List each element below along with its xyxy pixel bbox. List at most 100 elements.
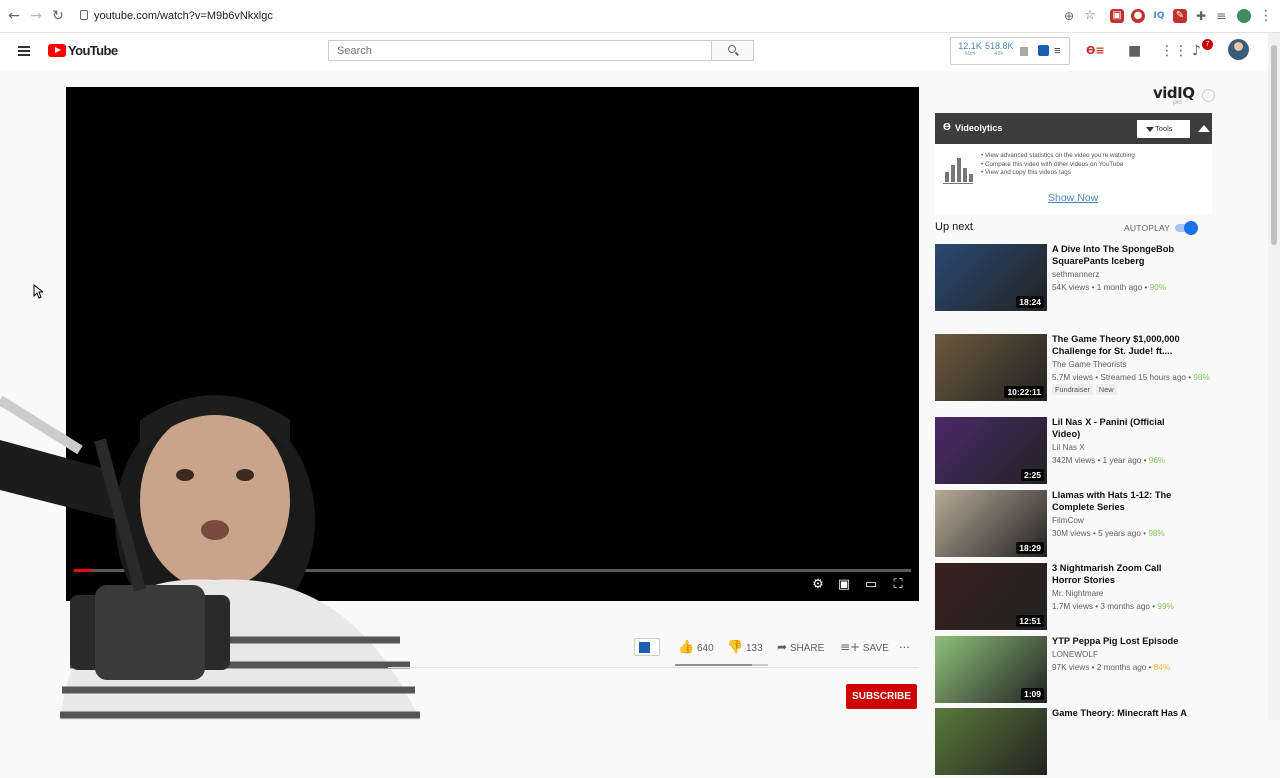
miniplayer-icon[interactable]: ▣ — [836, 578, 852, 592]
autoplay-toggle[interactable] — [1175, 221, 1198, 235]
vidiq-options-icon[interactable] — [1202, 89, 1215, 102]
reading-list-icon[interactable]: ≡ — [1214, 9, 1228, 23]
vidiq-icon — [639, 642, 650, 653]
recommendation-item[interactable]: 10:22:11 The Game Theory $1,000,000 Chall… — [935, 334, 1215, 404]
settings-gear-icon[interactable]: ⚙ — [810, 578, 826, 592]
reload-icon[interactable]: ↻ — [50, 8, 66, 24]
profile-icon[interactable] — [1237, 9, 1251, 23]
collapse-arrow-icon[interactable] — [1198, 125, 1210, 132]
page-scrollbar[interactable] — [1268, 33, 1280, 720]
channel-name[interactable]: sethmannerz — [1052, 270, 1099, 279]
video-thumbnail[interactable]: 10:22:11 — [935, 334, 1047, 401]
scrollbar-thumb[interactable] — [1271, 45, 1277, 245]
vidiq-play-icon[interactable] — [1038, 45, 1049, 56]
channel-name[interactable]: LONEWOLF — [1052, 650, 1098, 659]
extension-icon[interactable]: ● — [1131, 9, 1145, 23]
video-thumbnail[interactable]: 2:25 — [935, 417, 1047, 484]
youtube-logo-text[interactable]: YouTube — [68, 43, 118, 58]
channel-name[interactable]: Lil Nas X — [1052, 443, 1085, 452]
video-meta: 54K views • 1 month ago • 90% — [1052, 283, 1167, 292]
video-duration: 12:51 — [1016, 615, 1044, 627]
lock-icon — [80, 10, 88, 20]
videolytics-title: Videolytics — [955, 123, 1003, 133]
list-icon[interactable]: ≡ — [1054, 45, 1060, 57]
account-avatar[interactable] — [1228, 39, 1249, 60]
video-title[interactable]: Lil Nas X - Panini (Official Video) — [1052, 417, 1192, 440]
zoom-icon[interactable]: ⊕ — [1061, 8, 1077, 24]
notifications-bell-icon[interactable]: ♪ — [1192, 43, 1201, 59]
theater-mode-icon[interactable]: ▭ — [863, 578, 879, 592]
sentiment-like-fill — [675, 664, 752, 666]
like-button[interactable]: 👍 640 — [678, 640, 714, 655]
extension-icon[interactable]: ✎ — [1173, 9, 1187, 23]
youtube-logo-icon[interactable] — [48, 44, 66, 57]
video-badges: Fundraiser New — [1052, 384, 1120, 395]
bar-chart-icon — [943, 158, 973, 184]
recommendation-item[interactable]: 18:29 Llamas with Hats 1-12: The Complete… — [935, 490, 1215, 560]
share-label: SHARE — [789, 643, 825, 654]
bullet-text: View advanced statistics on the video yo… — [981, 152, 1135, 161]
vidiq-menu-icon[interactable]: ϴ≡ — [1086, 43, 1105, 59]
save-button[interactable]: ≡+ SAVE — [840, 640, 889, 654]
forward-icon[interactable]: → — [28, 8, 44, 24]
recommendation-item[interactable]: 18:24 A Dive Into The SpongeBob SquarePan… — [935, 244, 1215, 314]
webcam-overlay — [0, 395, 420, 720]
video-thumbnail[interactable]: 18:24 — [935, 244, 1047, 311]
share-icon: ➦ — [777, 640, 788, 654]
video-title[interactable]: 3 Nightmarish Zoom Call Horror Stories — [1052, 563, 1192, 586]
apps-grid-icon[interactable]: ⋮⋮ — [1160, 43, 1188, 59]
video-title[interactable]: A Dive Into The SpongeBob SquarePants Ic… — [1052, 244, 1192, 267]
recommendation-item[interactable]: 2:25 Lil Nas X - Panini (Official Video) L… — [935, 417, 1215, 487]
video-duration: 10:22:11 — [1004, 386, 1044, 398]
back-icon[interactable]: ← — [6, 8, 22, 24]
search-button[interactable] — [712, 40, 754, 61]
channel-name[interactable]: The Game Theorists — [1052, 360, 1126, 369]
subscribe-button[interactable]: SUBSCRIBE — [846, 684, 917, 709]
like-ratio: 98% — [1193, 373, 1210, 382]
vidiq-button[interactable] — [634, 638, 660, 656]
vidiq-extension-icon[interactable]: IQ — [1152, 9, 1166, 23]
video-thumbnail[interactable]: 18:29 — [935, 490, 1047, 557]
show-now-link[interactable]: Show Now — [1048, 192, 1098, 204]
save-playlist-icon: ≡+ — [840, 640, 861, 654]
bullet-text: View and copy this videos tags — [981, 169, 1135, 178]
thumb-down-icon: 👎 — [727, 640, 744, 655]
video-thumbnail[interactable] — [935, 708, 1047, 775]
like-ratio: 90% — [1149, 283, 1167, 292]
video-title[interactable]: The Game Theory $1,000,000 Challenge for… — [1052, 334, 1192, 357]
thumb-up-icon: 👍 — [678, 640, 695, 655]
recommendation-item[interactable]: 12:51 3 Nightmarish Zoom Call Horror Stor… — [935, 563, 1215, 633]
recommendation-item[interactable]: 1:09 YTP Peppa Pig Lost Episode LONEWOLF 97… — [935, 636, 1215, 706]
vidiq-logo: vidIQ pro — [1153, 84, 1195, 106]
video-meta: 5.7M views • Streamed 15 hours ago • 98% — [1052, 373, 1210, 382]
recommendation-item[interactable]: Game Theory: Minecraft Has A — [935, 708, 1215, 778]
search-input[interactable] — [328, 40, 712, 61]
address-bar[interactable]: youtube.com/watch?v=M9b6vNkxlgc — [94, 10, 273, 22]
extension-icon[interactable]: ▣ — [1110, 9, 1124, 23]
hamburger-menu-icon[interactable] — [18, 46, 30, 56]
menu-icon[interactable]: ⋮ — [1258, 8, 1274, 24]
video-title[interactable]: Llamas with Hats 1-12: The Complete Seri… — [1052, 490, 1192, 513]
badge: Fundraiser — [1052, 384, 1093, 395]
video-thumbnail[interactable]: 12:51 — [935, 563, 1047, 630]
share-button[interactable]: ➦ SHARE — [777, 640, 824, 654]
browser-toolbar: ← → ↻ youtube.com/watch?v=M9b6vNkxlgc ⊕ … — [0, 0, 1280, 33]
create-video-icon[interactable]: ■ — [1128, 43, 1141, 59]
like-ratio: 84% — [1153, 663, 1171, 672]
video-title[interactable]: Game Theory: Minecraft Has A — [1052, 708, 1192, 720]
dislike-count: 133 — [745, 643, 763, 654]
channel-name[interactable]: FilmCow — [1052, 516, 1084, 525]
video-thumbnail[interactable]: 1:09 — [935, 636, 1047, 703]
vidiq-channel-stats[interactable]: 12.1K 60m 518.8K 48h ≡ — [950, 37, 1070, 65]
tools-dropdown[interactable]: Tools — [1137, 120, 1190, 138]
more-actions-icon[interactable]: ... — [899, 636, 910, 651]
extensions-puzzle-icon[interactable]: ✚ — [1194, 9, 1208, 23]
video-title[interactable]: YTP Peppa Pig Lost Episode — [1052, 636, 1192, 648]
fullscreen-icon[interactable]: ⛶ — [890, 578, 906, 592]
bookmark-star-icon[interactable]: ☆ — [1082, 8, 1098, 24]
autoplay-label: AUTOPLAY — [1124, 223, 1171, 233]
channel-name[interactable]: Mr. Nightmare — [1052, 589, 1103, 598]
bullet-text: Compare this video with other videos on … — [981, 161, 1135, 170]
dislike-button[interactable]: 👎 133 — [727, 640, 763, 655]
videolytics-body: View advanced statistics on the video yo… — [935, 144, 1212, 214]
